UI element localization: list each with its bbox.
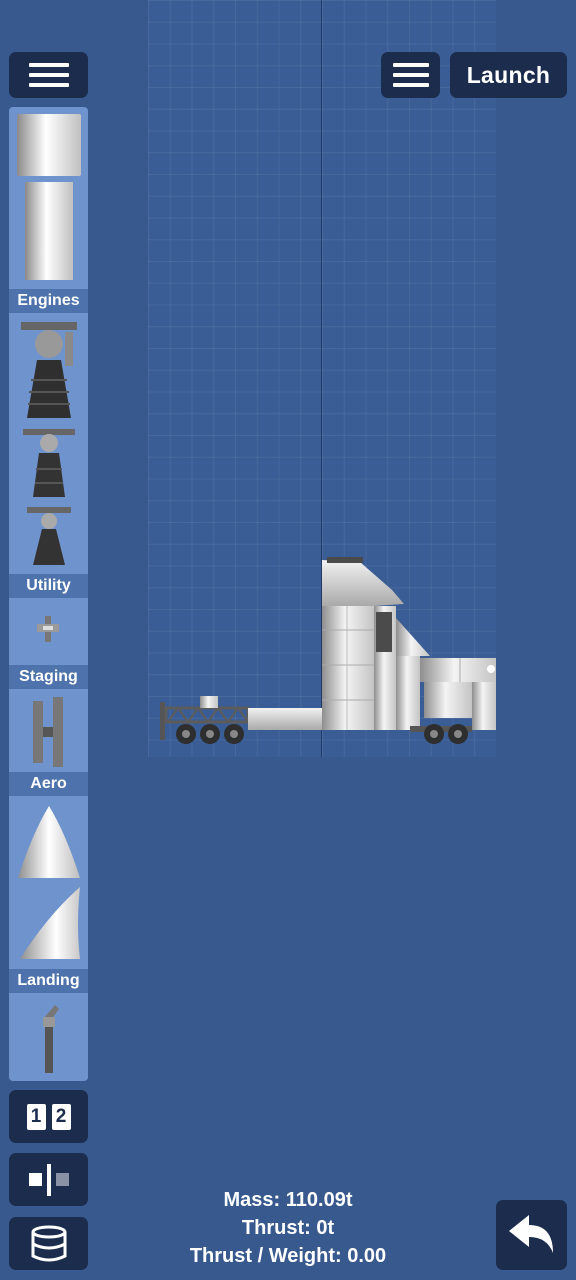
main-menu-button[interactable] [9, 52, 88, 98]
engine-large-part[interactable] [17, 320, 81, 420]
stage-number-2: 2 [51, 1103, 71, 1130]
separator-part[interactable] [33, 614, 63, 644]
part-selection-button[interactable] [9, 1217, 88, 1270]
fairing-part[interactable] [18, 885, 82, 961]
stage-view-button[interactable]: 1 2 [9, 1090, 88, 1143]
rover-assembly [160, 696, 250, 744]
fuel-tank-tall-part[interactable] [24, 181, 74, 281]
mass-readout: Mass: 110.09t [223, 1189, 353, 1211]
thrust-weight-readout: Thrust / Weight: 0.00 [189, 1245, 387, 1267]
thrust-readout: Thrust: 0t [241, 1217, 335, 1239]
options-menu-button[interactable] [381, 52, 440, 98]
launch-button[interactable]: Launch [450, 52, 567, 98]
nose-cone-part[interactable] [16, 804, 82, 880]
category-aero[interactable]: Aero [9, 772, 88, 796]
category-landing[interactable]: Landing [9, 969, 88, 993]
hamburger-menu-icon [28, 63, 69, 87]
main-fuselage [322, 557, 496, 744]
engine-small-part[interactable] [25, 505, 73, 567]
category-staging[interactable]: Staging [9, 665, 88, 689]
parts-palette[interactable]: Engines Utility Staging Aero Landing [9, 107, 88, 1081]
undo-button[interactable] [496, 1200, 567, 1270]
engine-medium-part[interactable] [21, 427, 77, 499]
undo-arrow-icon [508, 1215, 553, 1253]
category-engines[interactable]: Engines [9, 289, 88, 313]
fuel-tank-icon [31, 1225, 66, 1261]
launch-label: Launch [466, 61, 551, 88]
landing-leg-part[interactable] [37, 999, 61, 1075]
fuel-tank-short-part[interactable] [16, 113, 82, 177]
stage-number-1: 1 [26, 1103, 46, 1130]
symmetry-button[interactable] [9, 1153, 88, 1206]
hamburger-menu-icon [392, 63, 429, 87]
category-utility[interactable]: Utility [9, 574, 88, 598]
staging-part[interactable] [31, 697, 65, 767]
connector-tube [248, 708, 322, 730]
build-stats: Mass: 110.09t Thrust: 0t Thrust / Weight… [150, 1186, 426, 1270]
symmetry-icon [28, 1163, 69, 1196]
